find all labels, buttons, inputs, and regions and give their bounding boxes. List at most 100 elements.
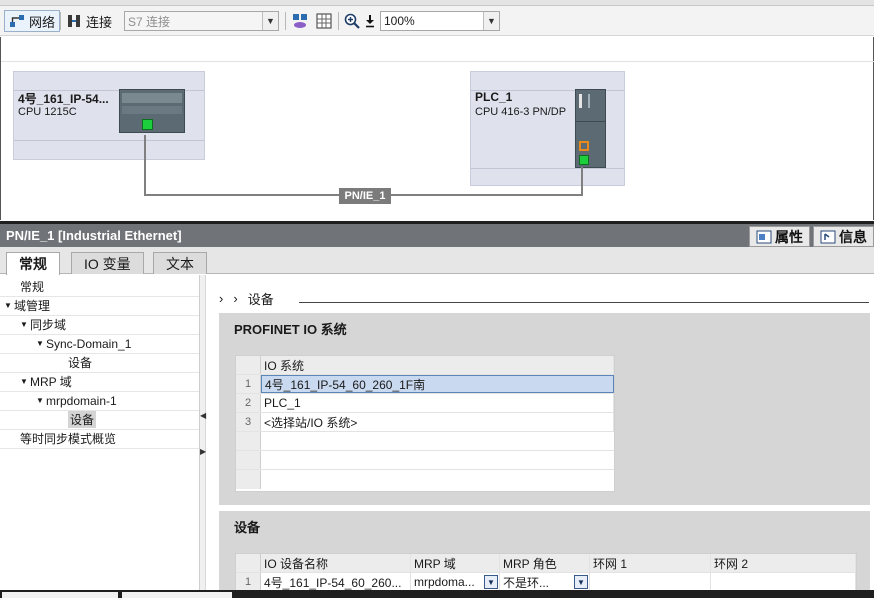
io-system-cell[interactable]: <选择站/IO 系统>: [261, 413, 614, 431]
device-name-cell[interactable]: 4号_161_IP-54_60_260...: [261, 573, 411, 591]
collapse-icon[interactable]: ▼: [18, 320, 30, 329]
grid-header-row: IO 系统: [236, 356, 614, 375]
network-view-button[interactable]: 网络: [4, 10, 61, 32]
tab-general[interactable]: 常规: [6, 252, 60, 275]
network-icon: [9, 13, 25, 29]
chevron-right-icon: ›: [233, 291, 238, 306]
device-type: CPU 416-3 PN/DP: [475, 106, 567, 118]
tree-item-domain-management[interactable]: ▼ 域管理: [2, 296, 50, 315]
connections-icon: [66, 13, 82, 29]
zoom-select[interactable]: 100% ▼: [380, 11, 500, 31]
tree-item-mrpdomain-1[interactable]: ▼ mrpdomain-1: [34, 391, 117, 410]
properties-tab[interactable]: 属性: [749, 226, 810, 247]
device-station-1[interactable]: 4号_161_IP-54... CPU 1215C: [13, 71, 205, 160]
chevron-down-icon[interactable]: ▼: [574, 575, 588, 589]
subnet-label[interactable]: PN/IE_1: [339, 188, 391, 204]
chevron-down-icon[interactable]: ▼: [484, 575, 498, 589]
zoom-icon[interactable]: [344, 13, 360, 29]
info-icon: [820, 229, 836, 245]
show-address-icon[interactable]: [292, 13, 308, 29]
collapse-left-icon[interactable]: ◀: [200, 411, 206, 420]
profinet-io-section: PROFINET IO 系统 IO 系统 1 4号_161_IP-54_60_2…: [219, 313, 870, 505]
properties-tabbar: 常规 IO 变量 文本: [0, 247, 874, 275]
table-row[interactable]: 3 <选择站/IO 系统>: [236, 413, 614, 432]
port-icon[interactable]: [579, 155, 589, 165]
tab-io-tags[interactable]: IO 变量: [71, 252, 144, 274]
column-header[interactable]: MRP 域: [411, 554, 500, 572]
column-header[interactable]: MRP 角色: [500, 554, 590, 572]
device-band: [14, 140, 204, 141]
device-station-2[interactable]: PLC_1 CPU 416-3 PN/DP: [470, 71, 625, 186]
network-toolbar: 网络 连接 S7 连接 ▼ 100% ▼: [0, 6, 874, 36]
panel-splitter[interactable]: ◀ ▶: [200, 275, 206, 590]
device-band: [471, 168, 624, 169]
tree-item-sync-devices[interactable]: 设备: [56, 353, 92, 372]
grid-icon[interactable]: [316, 13, 332, 29]
section-underline: [299, 302, 869, 303]
tree-divider: [0, 410, 199, 411]
column-header[interactable]: IO 系统: [261, 356, 614, 374]
io-system-cell[interactable]: 4号_161_IP-54_60_260_1F南: [261, 375, 614, 393]
tab-texts[interactable]: 文本: [153, 252, 207, 274]
collapse-icon[interactable]: ▼: [34, 396, 46, 405]
tree-item-isochronous-overview[interactable]: 等时同步模式概览: [8, 429, 116, 448]
tree-item-general[interactable]: 常规: [8, 277, 44, 296]
subnet-connection[interactable]: [144, 135, 146, 196]
toolbar-separator: [285, 12, 286, 30]
info-tab[interactable]: 信息: [813, 226, 874, 247]
section-title: 设备: [234, 520, 261, 535]
port-icon[interactable]: [579, 141, 589, 151]
toolbar-separator: [60, 12, 61, 30]
collapse-icon[interactable]: ▼: [34, 339, 46, 348]
properties-title: PN/IE_1 [Industrial Ethernet]: [6, 228, 182, 243]
breadcrumb: › › 设备: [219, 289, 274, 308]
io-system-cell[interactable]: PLC_1: [261, 394, 614, 412]
toolbar-separator: [338, 12, 339, 30]
table-row[interactable]: 2 PLC_1: [236, 394, 614, 413]
table-row[interactable]: 1 4号_161_IP-54_60_260_1F南: [236, 375, 614, 394]
io-system-grid[interactable]: IO 系统 1 4号_161_IP-54_60_260_1F南 2 PLC_1 …: [235, 355, 615, 492]
device-name: 4号_161_IP-54...: [18, 92, 109, 106]
collapse-icon[interactable]: ▼: [2, 301, 14, 310]
breadcrumb-label: 设备: [247, 292, 274, 307]
mrp-role-select[interactable]: 不是环... ▼: [500, 573, 590, 591]
section-title: PROFINET IO 系统: [234, 322, 347, 337]
chevron-right-icon: ›: [219, 291, 224, 306]
collapse-icon[interactable]: ▼: [18, 377, 30, 386]
connections-label: 连接: [86, 14, 113, 30]
grid-header-row: IO 设备名称 MRP 域 MRP 角色 环网 1 环网 2: [236, 554, 856, 573]
network-canvas[interactable]: 4号_161_IP-54... CPU 1215C PLC_1 CPU 416-…: [0, 37, 874, 220]
navigation-tree: 常规 ▼ 域管理 ▼ 同步域 ▼ Sync-Domain_1 设备 ▼ MRP 域 ▼ m…: [0, 275, 200, 590]
properties-content: › › 设备 PROFINET IO 系统 IO 系统 1 4号_161_IP-…: [207, 275, 874, 593]
tree-item-mrp-domain[interactable]: ▼ MRP 域: [18, 372, 72, 391]
tree-item-sync-domain-1[interactable]: ▼ Sync-Domain_1: [34, 334, 131, 353]
column-header[interactable]: IO 设备名称: [261, 554, 411, 572]
device-name: PLC_1: [475, 90, 513, 104]
connection-type-select[interactable]: S7 连接 ▼: [124, 11, 279, 31]
port-icon[interactable]: [142, 119, 153, 130]
tree-divider: [0, 353, 199, 354]
ring-port-2-cell[interactable]: [711, 573, 856, 591]
connection-type-value: S7 连接: [128, 14, 171, 29]
zoom-down-icon[interactable]: [362, 13, 378, 29]
device-type: CPU 1215C: [18, 106, 77, 118]
column-header[interactable]: 环网 2: [711, 554, 856, 572]
mrp-domain-select[interactable]: mrpdoma... ▼: [411, 573, 500, 591]
connections-button[interactable]: 连接: [66, 10, 112, 32]
tree-item-sync-domain[interactable]: ▼ 同步域: [18, 315, 66, 334]
properties-title-bar: PN/IE_1 [Industrial Ethernet] 属性 信息: [0, 221, 874, 247]
tree-item-mrp-devices[interactable]: 设备: [56, 410, 97, 429]
devices-grid[interactable]: IO 设备名称 MRP 域 MRP 角色 环网 1 环网 2 1 4号_161_…: [235, 553, 857, 593]
properties-icon: [756, 229, 772, 245]
ring-port-1-cell[interactable]: [590, 573, 711, 591]
empty-row: [236, 451, 614, 470]
task-button[interactable]: [2, 592, 118, 598]
canvas-guide-line: [1, 61, 874, 62]
properties-tab-label: 属性: [775, 228, 803, 245]
empty-row: [236, 470, 614, 489]
subnet-connection[interactable]: [581, 167, 583, 196]
task-button[interactable]: [122, 592, 232, 598]
column-header[interactable]: 环网 1: [590, 554, 711, 572]
expand-right-icon[interactable]: ▶: [200, 447, 206, 456]
cpu-module-image: [575, 89, 606, 168]
